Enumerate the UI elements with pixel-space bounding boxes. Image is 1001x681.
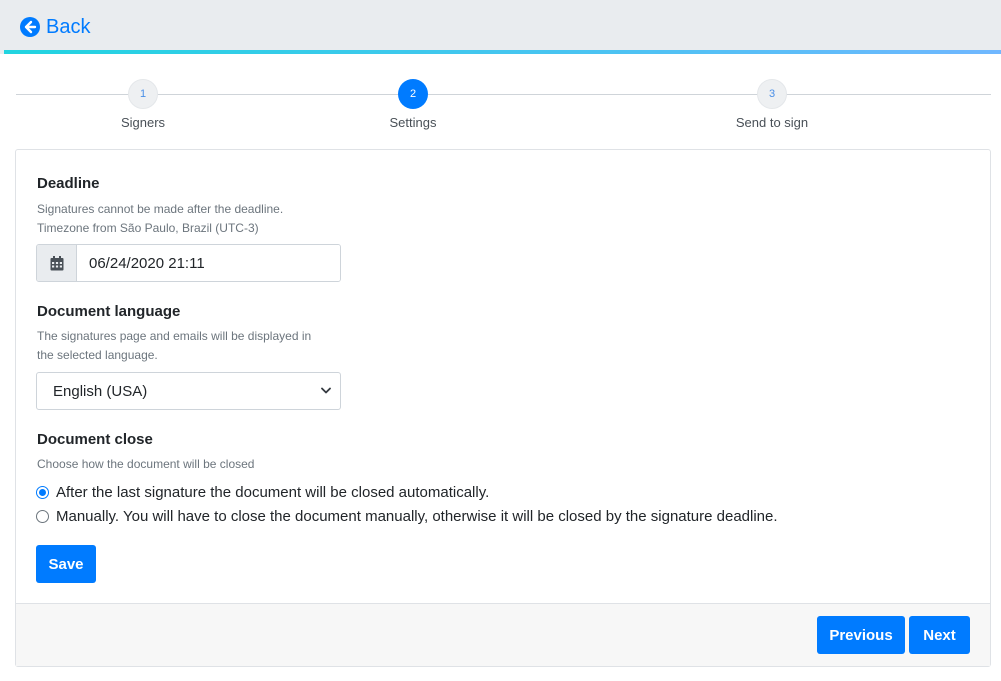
language-help-line2: the selected language. [37, 348, 158, 362]
deadline-help-line2: Timezone from São Paulo, Brazil (UTC-3) [37, 221, 259, 235]
close-option-label: After the last signature the document wi… [56, 484, 490, 501]
chevron-down-icon [321, 387, 331, 394]
language-help-line1: The signatures page and emails will be d… [37, 329, 312, 343]
step-number: 1 [128, 79, 158, 109]
calendar-icon [50, 255, 63, 270]
previous-button[interactable]: Previous [817, 616, 905, 654]
language-title: Document language [37, 303, 181, 320]
close-option-label: Manually. You will have to close the doc… [56, 508, 778, 525]
close-title: Document close [37, 431, 153, 448]
deadline-input-group [36, 244, 341, 282]
language-selected-value: English (USA) [53, 382, 148, 400]
radio-automatic[interactable] [36, 486, 49, 499]
deadline-date-input[interactable] [77, 245, 340, 281]
header-accent-bar [4, 50, 1001, 54]
step-send-to-sign[interactable]: 3 Send to sign [712, 79, 832, 130]
step-number: 3 [757, 79, 787, 109]
language-select[interactable]: English (USA) [36, 372, 341, 410]
next-button[interactable]: Next [909, 616, 970, 654]
radio-manual[interactable] [36, 510, 49, 523]
settings-card: Deadline Signatures cannot be made after… [15, 149, 991, 667]
deadline-title: Deadline [37, 175, 100, 192]
step-signers[interactable]: 1 Signers [83, 79, 203, 130]
close-help: Choose how the document will be closed [37, 457, 255, 471]
card-footer: Previous Next [16, 603, 990, 666]
close-option-manual[interactable]: Manually. You will have to close the doc… [36, 508, 778, 525]
step-label: Signers [120, 115, 166, 130]
top-bar: Back [0, 0, 1001, 54]
deadline-help-line1: Signatures cannot be made after the dead… [37, 202, 284, 216]
calendar-addon[interactable] [37, 245, 77, 281]
arrow-left-circle-icon [20, 17, 40, 37]
save-button[interactable]: Save [36, 545, 96, 583]
step-settings[interactable]: 2 Settings [353, 79, 473, 130]
step-label: Settings [389, 115, 437, 130]
close-option-automatic[interactable]: After the last signature the document wi… [36, 484, 489, 501]
step-number: 2 [398, 79, 428, 109]
back-button[interactable]: Back [20, 14, 90, 40]
step-label: Send to sign [735, 115, 809, 130]
back-label: Back [46, 15, 91, 38]
